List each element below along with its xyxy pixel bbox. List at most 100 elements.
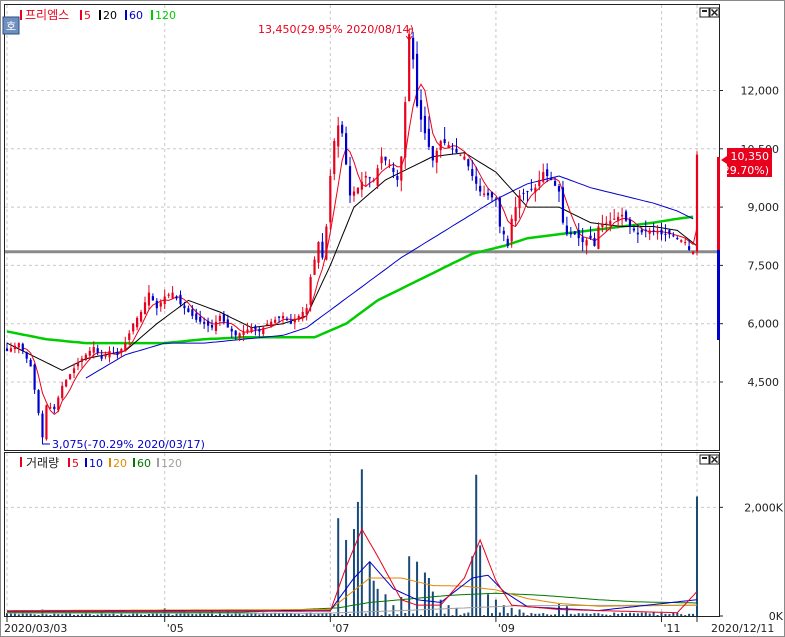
candle-body	[199, 316, 202, 322]
volume-bar	[467, 612, 470, 616]
volume-bar	[388, 614, 391, 616]
svg-text:13,450(29.95% 2020/08/14): 13,450(29.95% 2020/08/14)	[258, 23, 414, 36]
volume-bar	[625, 613, 628, 616]
candle-body	[321, 241, 324, 258]
candle-body	[510, 218, 513, 242]
candle-body	[376, 168, 379, 186]
candle-body	[640, 229, 643, 233]
candle-body	[266, 323, 269, 326]
volume-bar	[577, 613, 580, 616]
x-tick-label: 2020/12/11	[711, 622, 774, 635]
price-close-button[interactable]	[709, 7, 720, 18]
candle-body	[360, 181, 363, 190]
candle-body	[72, 368, 76, 373]
volume-legend-marker	[133, 458, 135, 467]
volume-bar	[648, 613, 651, 616]
volume-bar	[368, 561, 371, 616]
candle-body	[522, 192, 525, 194]
volume-legend-item: 60	[137, 457, 151, 470]
candle-body	[451, 148, 454, 150]
candle-body	[498, 197, 501, 227]
volume-bar	[301, 614, 304, 616]
price-legend-marker	[125, 10, 127, 20]
volume-legend-marker	[109, 458, 111, 467]
candle-body	[372, 179, 375, 181]
candle-body	[455, 149, 458, 153]
volume-bar	[29, 613, 32, 616]
volume-bar	[463, 613, 466, 616]
volume-bar	[676, 612, 679, 616]
volume-bar	[356, 501, 359, 616]
candle-body	[408, 34, 411, 102]
volume-bar	[518, 609, 521, 616]
candle-body	[203, 322, 206, 324]
candle-body	[463, 156, 466, 160]
volume-bar	[396, 614, 399, 616]
volume-bar	[636, 613, 639, 616]
candle-body	[234, 330, 237, 336]
candle-body	[270, 321, 273, 327]
volume-bar	[293, 614, 296, 616]
candle-body	[423, 115, 427, 134]
candle-body	[301, 312, 304, 319]
candle-body	[514, 207, 517, 222]
candle-body	[664, 233, 667, 235]
candle-body	[534, 187, 537, 193]
right-axis-down-bar	[717, 250, 720, 340]
price-minimize-button[interactable]	[699, 7, 710, 18]
candle-body	[688, 246, 691, 250]
price-legend-marker	[99, 10, 101, 20]
candle-body	[676, 238, 679, 240]
price-panel: 12,00010,5009,0007,5006,0004,500 호 프리엠스 …	[2, 4, 780, 451]
candle-body	[471, 169, 474, 177]
volume-bar	[554, 614, 557, 616]
volume-bar	[352, 529, 355, 616]
candle-body	[380, 156, 383, 164]
candle-body	[167, 294, 170, 296]
candle-body	[435, 150, 438, 163]
price-tick-label: 7,500	[748, 259, 780, 272]
candle-body	[9, 348, 13, 352]
volume-legend-item: 120	[161, 457, 182, 470]
svg-text:호: 호	[6, 20, 16, 33]
candle-body	[652, 230, 655, 232]
candle-body	[348, 166, 352, 196]
volume-bar	[313, 614, 316, 616]
volume-legend-marker	[85, 458, 87, 467]
volume-bar	[325, 613, 328, 616]
candle-body	[104, 354, 107, 357]
volume-bar	[128, 614, 131, 616]
volume-bar	[506, 613, 509, 616]
volume-bar	[144, 614, 146, 616]
volume-minimize-button[interactable]	[699, 454, 710, 465]
volume-bar	[696, 496, 698, 616]
volume-bar	[621, 612, 624, 616]
volume-close-button[interactable]	[709, 454, 720, 465]
candle-body	[530, 188, 533, 190]
candle-body	[628, 219, 632, 227]
volume-bar	[680, 614, 683, 616]
candle-body	[175, 296, 178, 299]
candle-body	[565, 225, 568, 235]
volume-bar	[672, 612, 675, 616]
candle-body	[368, 177, 371, 179]
candle-body	[84, 354, 87, 361]
volume-bar	[360, 469, 363, 616]
candle-body	[68, 374, 72, 379]
volume-bar	[140, 614, 143, 616]
volume-bar	[372, 580, 375, 616]
volume-bar	[471, 556, 474, 616]
candle-body	[37, 390, 40, 414]
candle-body	[5, 348, 9, 351]
volume-bar	[498, 612, 501, 616]
volume-tick-label: 2,000K	[744, 501, 783, 514]
volume-bar	[222, 614, 225, 616]
volume-bar	[384, 594, 387, 616]
volume-bar	[628, 612, 631, 616]
candle-body	[333, 141, 336, 175]
candle-body	[289, 320, 292, 324]
volume-bar	[652, 612, 655, 616]
volume-bar	[597, 613, 600, 616]
candle-body	[187, 308, 190, 313]
candle-body	[254, 326, 257, 330]
